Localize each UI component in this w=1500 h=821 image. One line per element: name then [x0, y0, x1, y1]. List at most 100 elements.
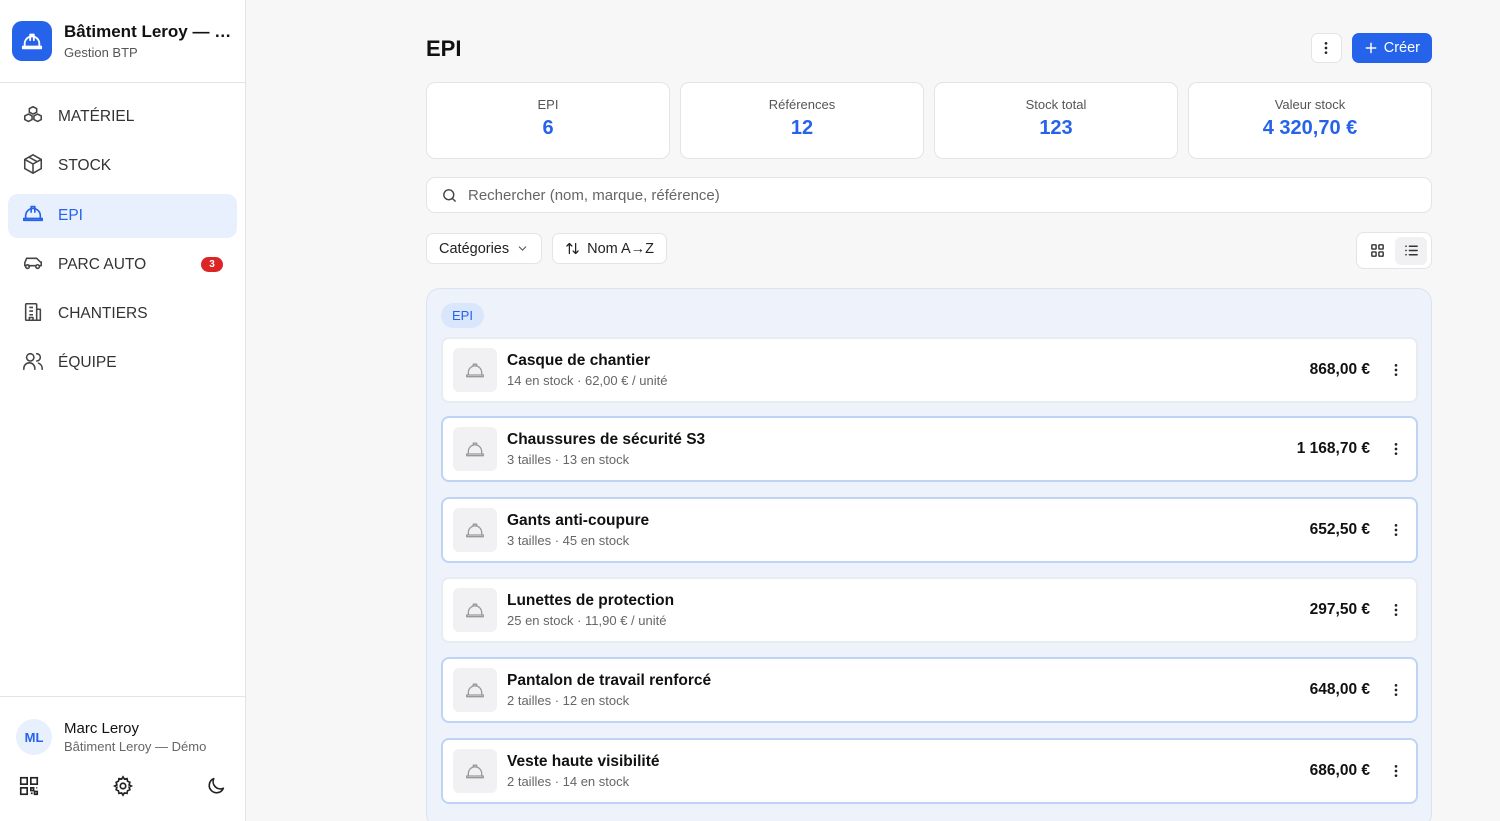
sidebar-item-stock[interactable]: STOCK: [8, 144, 237, 188]
item-more-button[interactable]: [1386, 360, 1406, 380]
item-more-button[interactable]: [1386, 600, 1406, 620]
stat-card: Références 12: [680, 82, 924, 159]
item-price: 648,00 €: [1309, 681, 1370, 698]
sort-button[interactable]: Nom A→Z: [552, 233, 667, 264]
hard-hat-icon: [453, 749, 497, 793]
group-tag: EPI: [441, 303, 484, 328]
create-button[interactable]: Créer: [1351, 33, 1432, 63]
qr-code-icon[interactable]: [18, 775, 40, 802]
list-item[interactable]: Veste haute visibilité 2 tailles · 14 en…: [441, 738, 1418, 804]
categories-label: Catégories: [439, 240, 510, 257]
sort-label: Nom A→Z: [587, 240, 654, 257]
more-vertical-icon: [1324, 42, 1328, 54]
stat-card: Valeur stock 4 320,70 €: [1188, 82, 1432, 159]
more-vertical-icon: [1394, 364, 1398, 376]
user-org: Bâtiment Leroy — Démo: [64, 739, 207, 754]
building-icon: [22, 301, 44, 328]
more-options-button[interactable]: [1310, 33, 1342, 63]
item-more-button[interactable]: [1386, 439, 1406, 459]
item-more-button[interactable]: [1386, 520, 1406, 540]
car-icon: [22, 251, 44, 278]
more-vertical-icon: [1394, 524, 1398, 536]
filter-bar: Catégories Nom A→Z: [426, 233, 667, 264]
item-price: 686,00 €: [1309, 762, 1370, 779]
list-item[interactable]: Casque de chantier 14 en stock · 62,00 €…: [441, 337, 1418, 403]
hard-hat-icon: [12, 21, 52, 61]
search-bar: [426, 177, 1432, 213]
item-details: 2 tailles · 12 en stock: [507, 693, 630, 708]
hard-hat-icon: [453, 668, 497, 712]
gear-icon[interactable]: [112, 775, 134, 802]
stats-row: EPI 6 Références 12 Stock total 123 Vale…: [426, 82, 1432, 159]
chevron-down-icon: [518, 246, 527, 251]
categories-dropdown[interactable]: Catégories: [426, 233, 543, 264]
sidebar-item-label: CHANTIERS: [58, 305, 148, 323]
stat-value: 123: [1039, 117, 1073, 139]
search-input[interactable]: [468, 186, 1417, 204]
page-title: EPI: [426, 36, 462, 61]
stat-label: Valeur stock: [1274, 97, 1346, 112]
brand-title: Bâtiment Leroy — Démo: [64, 22, 234, 41]
stat-label: EPI: [537, 97, 559, 112]
item-details: 2 tailles · 14 en stock: [507, 774, 630, 789]
item-name: Casque de chantier: [507, 352, 650, 369]
hard-hat-icon: [22, 202, 44, 229]
user-name: Marc Leroy: [64, 720, 140, 737]
grid-icon: [1370, 244, 1384, 257]
users-icon: [22, 350, 44, 377]
stat-value: 6: [542, 117, 554, 139]
stat-label: Stock total: [1025, 97, 1087, 112]
epi-group: EPI Casque de chantier 14 en stock · 62,…: [426, 288, 1432, 821]
user-profile[interactable]: ML Marc Leroy Bâtiment Leroy — Démo: [0, 697, 245, 755]
more-vertical-icon: [1394, 684, 1398, 696]
package-icon: [22, 153, 44, 180]
stat-value: 4 320,70 €: [1262, 117, 1358, 139]
item-details: 3 tailles · 45 en stock: [507, 533, 630, 548]
list-item[interactable]: Pantalon de travail renforcé 2 tailles ·…: [441, 657, 1418, 723]
item-details: 14 en stock · 62,00 € / unité: [507, 373, 668, 388]
grid-view-button[interactable]: [1361, 237, 1393, 265]
more-vertical-icon: [1394, 443, 1398, 455]
hard-hat-icon: [453, 588, 497, 632]
plus-icon: [1365, 42, 1377, 54]
user-panel: ML Marc Leroy Bâtiment Leroy — Démo: [0, 696, 245, 821]
hard-hat-icon: [453, 348, 497, 392]
sidebar-item-chantiers[interactable]: CHANTIERS: [8, 292, 237, 336]
sidebar-item-epi[interactable]: EPI: [8, 193, 237, 238]
sidebar-item-label: MATÉRIEL: [58, 108, 135, 125]
list-item[interactable]: Lunettes de protection 25 en stock · 11,…: [441, 577, 1418, 643]
brand-header[interactable]: Bâtiment Leroy — Démo Gestion BTP: [0, 0, 245, 83]
item-details: 25 en stock · 11,90 € / unité: [507, 613, 667, 628]
avatar: ML: [16, 719, 52, 755]
item-name: Gants anti-coupure: [507, 512, 650, 529]
item-price: 868,00 €: [1309, 361, 1370, 378]
list-item[interactable]: Gants anti-coupure 3 tailles · 45 en sto…: [441, 497, 1418, 563]
header-actions: Créer: [1310, 33, 1432, 63]
item-name: Pantalon de travail renforcé: [507, 672, 712, 689]
sort-arrows-icon: [566, 242, 579, 255]
item-more-button[interactable]: [1386, 680, 1406, 700]
list-icon: [1404, 245, 1418, 256]
moon-icon[interactable]: [205, 775, 227, 802]
list-view-button[interactable]: [1395, 236, 1427, 265]
list-item[interactable]: Chaussures de sécurité S3 3 tailles · 13…: [441, 416, 1418, 482]
view-toggle: [1356, 232, 1432, 269]
sidebar-item-materiel[interactable]: MATÉRIEL: [8, 95, 237, 139]
item-price: 297,50 €: [1309, 601, 1370, 618]
item-name: Lunettes de protection: [507, 592, 675, 609]
sidebar-item-label: STOCK: [58, 157, 112, 175]
boxes-icon: [22, 104, 44, 131]
hard-hat-icon: [453, 508, 497, 552]
create-button-label: Créer: [1383, 40, 1420, 56]
search-icon: [443, 188, 456, 202]
item-more-button[interactable]: [1386, 761, 1406, 781]
sidebar-item-equipe[interactable]: ÉQUIPE: [8, 341, 237, 385]
stat-card: EPI 6: [426, 82, 670, 159]
stat-label: Références: [768, 97, 836, 112]
brand-subtitle: Gestion BTP: [64, 45, 138, 60]
item-price: 652,50 €: [1309, 521, 1370, 538]
sidebar-footer-actions: [0, 755, 245, 802]
item-name: Chaussures de sécurité S3: [507, 431, 706, 448]
sidebar-item-parc-auto[interactable]: PARC AUTO 3: [8, 243, 237, 287]
sidebar-item-label: PARC AUTO: [58, 255, 147, 273]
